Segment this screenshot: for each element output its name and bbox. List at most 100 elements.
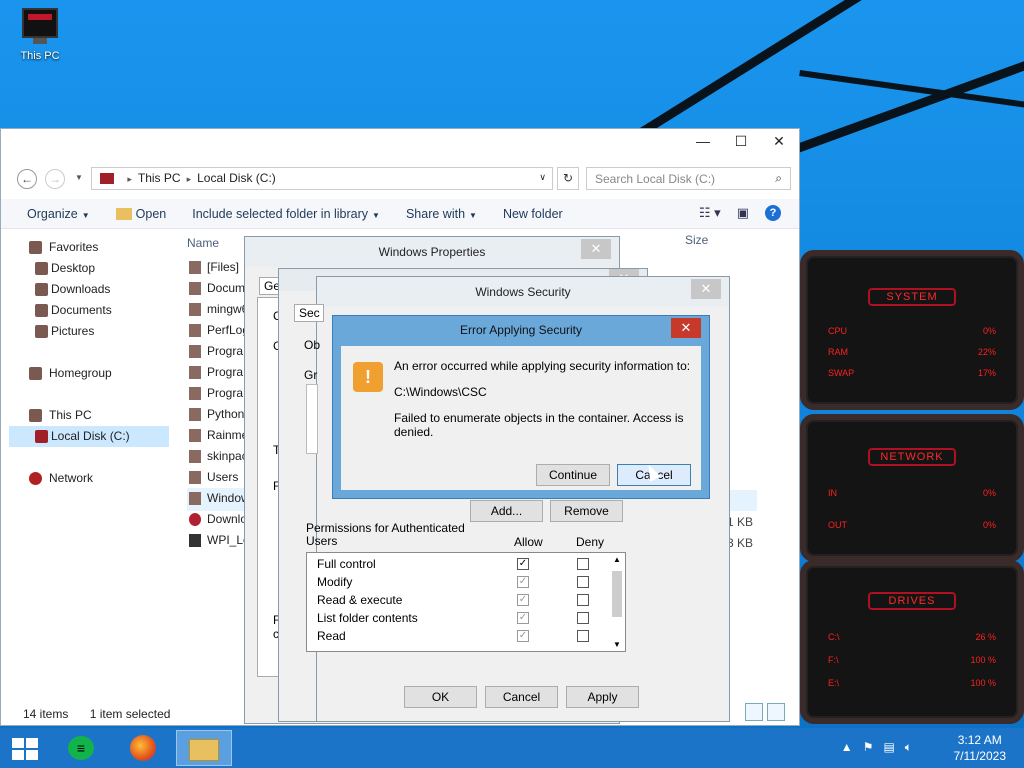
nav-this-pc[interactable]: This PC — [9, 405, 169, 426]
gadget-title: NETWORK — [868, 448, 956, 466]
new-folder-button[interactable]: New folder — [503, 207, 563, 221]
allow-checkbox[interactable]: ✓ — [517, 576, 529, 588]
tab-security[interactable]: Sec — [294, 304, 324, 322]
organize-button[interactable]: Organize ▼ — [27, 207, 90, 221]
add-button[interactable]: Add... — [470, 500, 543, 522]
forward-button[interactable]: → — [45, 169, 65, 189]
clock[interactable]: 3:12 AM 7/11/2023 — [954, 732, 1007, 764]
cancel-button[interactable]: Cancel — [485, 686, 558, 708]
nav-documents[interactable]: Documents — [9, 300, 169, 321]
folder-icon — [189, 450, 201, 463]
allow-checkbox[interactable]: ✓ — [517, 594, 529, 606]
allow-checkbox[interactable]: ✓ — [517, 612, 529, 624]
folder-icon — [115, 208, 132, 221]
address-bar[interactable]: ▸ This PC ▸ Local Disk (C:) ∨ — [91, 167, 553, 190]
app-icon — [189, 513, 201, 526]
network-tray-icon[interactable]: ▤ — [883, 740, 894, 755]
nav-network[interactable]: Network — [9, 468, 169, 489]
continue-button[interactable]: Continue — [536, 464, 610, 486]
help-icon[interactable]: ? — [765, 205, 781, 221]
show-hidden-icons-chevron-icon[interactable]: ▲ — [841, 740, 853, 755]
permission-row: List folder contents ✓ — [307, 609, 625, 627]
large-icons-view-button[interactable] — [767, 703, 785, 721]
address-row: ← → ▼ ▸ This PC ▸ Local Disk (C:) ∨ ↻ Searc… — [1, 165, 799, 193]
taskbar-file-explorer[interactable] — [176, 730, 232, 766]
breadcrumb-local-disk[interactable]: Local Disk (C:) — [197, 171, 276, 185]
nav-desktop[interactable]: Desktop — [9, 258, 169, 279]
nav-downloads[interactable]: Downloads — [9, 279, 169, 300]
deny-checkbox[interactable] — [577, 630, 589, 642]
scroll-thumb[interactable] — [612, 571, 622, 617]
taskbar: ≡ ▲ ⚑ ▤ 🔈︎ 3:12 AM 7/11/2023 — [0, 728, 1024, 768]
close-button[interactable]: ✕ — [581, 239, 611, 259]
folder-icon — [189, 366, 201, 379]
allow-header: Allow — [514, 535, 543, 549]
address-dropdown-icon[interactable]: ∨ — [539, 172, 546, 183]
apply-button[interactable]: Apply — [566, 686, 639, 708]
folder-icon — [189, 492, 201, 505]
allow-checkbox[interactable]: ✓ — [517, 630, 529, 642]
nav-homegroup[interactable]: Homegroup — [9, 363, 169, 384]
breadcrumb-this-pc[interactable]: This PC — [138, 171, 181, 185]
column-header-size[interactable]: Size — [685, 233, 708, 247]
system-gadget: SYSTEM CPU 0% RAM 22% SWAP 17% — [800, 250, 1024, 410]
search-icon: ⌕ — [775, 171, 782, 185]
folder-icon — [189, 261, 201, 274]
selected-count: 1 item selected — [89, 707, 171, 721]
folder-icon — [189, 739, 219, 761]
nav-local-disk[interactable]: Local Disk (C:) — [9, 426, 169, 447]
gadget-title: SYSTEM — [868, 288, 956, 306]
warning-icon: ! — [353, 362, 383, 392]
recent-locations-chevron-icon[interactable]: ▼ — [75, 173, 83, 182]
notes-app-icon: ≡ — [68, 736, 94, 760]
search-input[interactable]: Search Local Disk (C:) ⌕ — [586, 167, 791, 190]
permission-row: Modify ✓ — [307, 573, 625, 591]
minimize-button[interactable]: — — [691, 133, 715, 150]
dialog-titlebar[interactable]: Windows Properties ✕ — [245, 237, 619, 267]
computer-icon — [100, 173, 114, 185]
system-tray: ▲ ⚑ ▤ 🔈︎ — [841, 740, 912, 755]
nav-favorites[interactable]: Favorites — [9, 237, 169, 258]
close-button[interactable]: ✕ — [691, 279, 721, 299]
deny-checkbox[interactable] — [577, 576, 589, 588]
desktop-icon-this-pc[interactable]: This PC — [14, 8, 66, 62]
include-in-library-button[interactable]: Include selected folder in library ▼ — [192, 207, 380, 221]
folder-icon — [189, 387, 201, 400]
close-button[interactable]: ✕ — [671, 318, 701, 338]
remove-button[interactable]: Remove — [550, 500, 623, 522]
deny-checkbox[interactable] — [577, 558, 589, 570]
refresh-button[interactable]: ↻ — [557, 167, 579, 190]
error-message-line2: Failed to enumerate objects in the conta… — [394, 411, 684, 439]
taskbar-firefox[interactable] — [118, 730, 170, 766]
deny-checkbox[interactable] — [577, 612, 589, 624]
permission-row: Read & execute ✓ — [307, 591, 625, 609]
deny-checkbox[interactable] — [577, 594, 589, 606]
permission-row: Read ✓ — [307, 627, 625, 645]
allow-checkbox[interactable]: ✓ — [517, 558, 529, 570]
pictures-icon — [35, 325, 48, 338]
share-with-button[interactable]: Share with ▼ — [406, 207, 477, 221]
downloads-icon — [35, 283, 48, 296]
network-icon — [29, 472, 42, 485]
nav-pictures[interactable]: Pictures — [9, 321, 169, 342]
open-button[interactable]: Open — [115, 207, 166, 221]
volume-icon[interactable]: 🔈︎ — [905, 740, 912, 755]
ok-button[interactable]: OK — [404, 686, 477, 708]
folder-icon — [189, 345, 201, 358]
monitor-icon — [22, 8, 58, 38]
view-options-icon[interactable]: ☷ ▾ — [699, 205, 721, 221]
permissions-scrollbar[interactable]: ▲ ▼ — [611, 555, 623, 649]
taskbar-notes-app[interactable]: ≡ — [56, 730, 108, 766]
details-view-button[interactable] — [745, 703, 763, 721]
permission-row: Full control ✓ — [307, 555, 625, 573]
start-button[interactable] — [12, 738, 38, 760]
permissions-label: Permissions for Authenticated Users — [306, 521, 465, 548]
flag-icon[interactable]: ⚑ — [863, 740, 874, 755]
network-gadget: NETWORK IN 0% OUT 0% — [800, 414, 1024, 562]
error-dialog-titlebar[interactable]: Error Applying Security ✕ — [333, 316, 709, 344]
back-button[interactable]: ← — [17, 169, 37, 189]
close-button[interactable]: ✕ — [767, 133, 791, 150]
maximize-button[interactable]: ☐ — [729, 133, 753, 150]
explorer-titlebar[interactable]: — ☐ ✕ — [1, 129, 799, 157]
preview-pane-icon[interactable]: ▣ — [737, 205, 749, 221]
